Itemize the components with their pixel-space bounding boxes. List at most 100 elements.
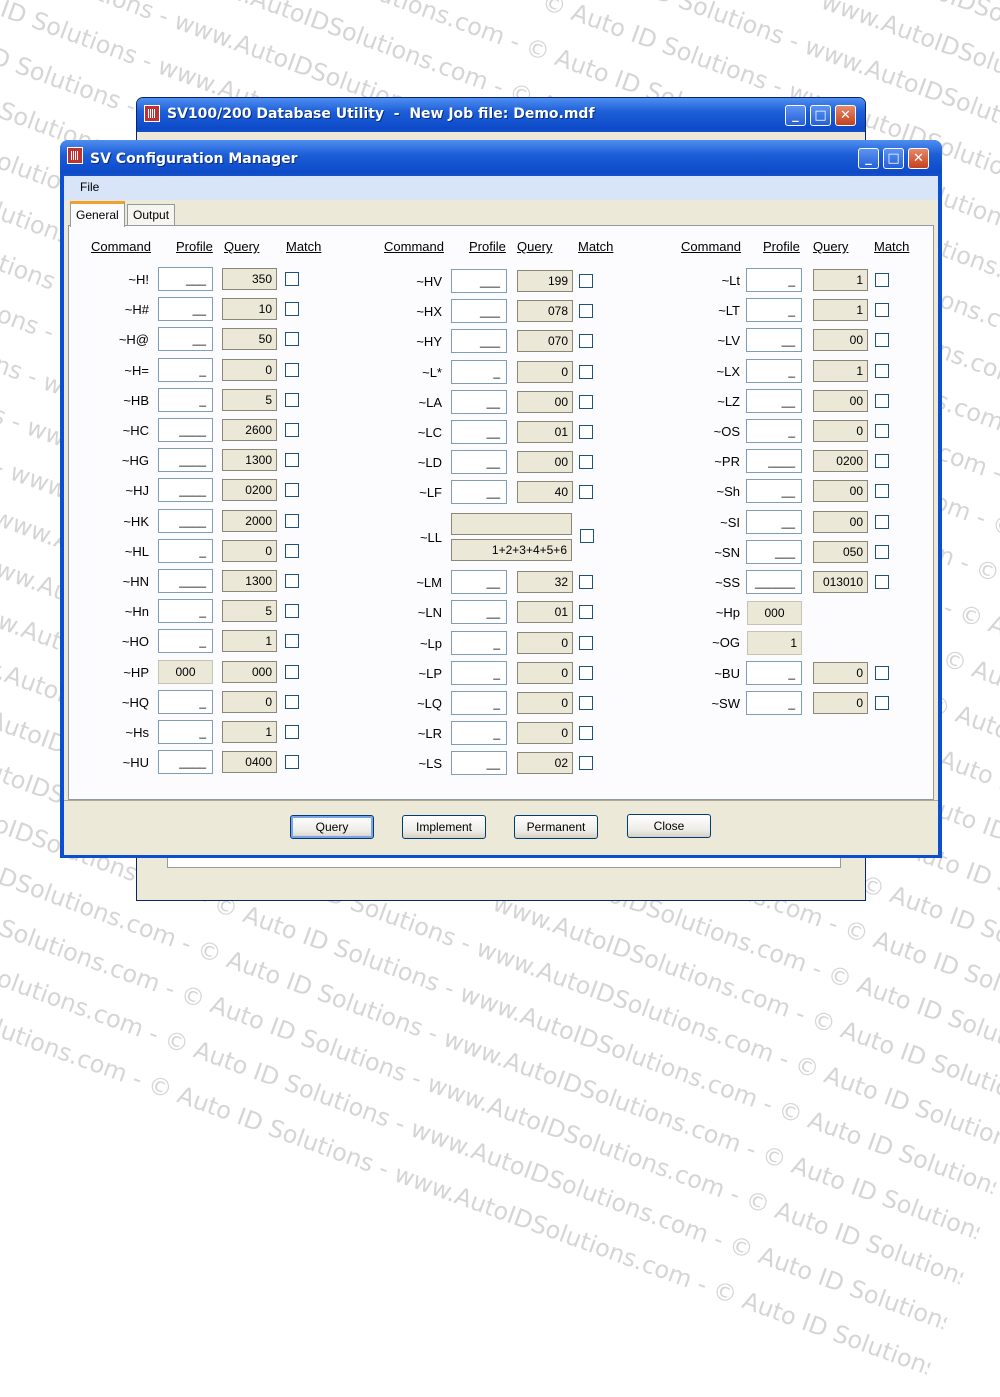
match-checkbox[interactable] [875,575,889,589]
profile-field[interactable]: _ [158,357,213,382]
match-checkbox[interactable] [285,272,299,286]
profile-field[interactable]: _ [746,358,802,383]
match-checkbox[interactable] [875,544,889,559]
match-checkbox[interactable] [579,455,593,470]
match-checkbox[interactable] [579,304,593,319]
match-checkbox[interactable] [285,513,299,528]
profile-field[interactable]: _ [746,660,802,685]
match-checkbox[interactable] [875,665,889,680]
profile-field[interactable]: ______ [746,570,802,594]
match-checkbox[interactable] [285,694,299,709]
profile-field[interactable]: ___ [451,269,507,293]
match-checkbox[interactable] [579,695,593,710]
menu-file[interactable]: File [80,180,99,194]
profile-field[interactable]: _ [451,721,507,746]
profile-field[interactable]: __ [451,570,507,595]
match-checkbox[interactable] [875,393,889,408]
match-checkbox[interactable] [579,334,593,349]
profile-field[interactable]: __ [158,297,213,322]
match-checkbox[interactable] [579,394,593,409]
profile-field[interactable]: __ [451,480,507,505]
match-checkbox[interactable] [285,392,299,407]
match-checkbox[interactable] [875,273,889,287]
match-checkbox[interactable] [875,484,889,499]
profile-field[interactable]: _ [746,298,802,323]
match-checkbox[interactable] [875,454,889,469]
match-checkbox[interactable] [579,485,593,500]
match-checkbox[interactable] [285,574,299,588]
profile-field[interactable]: ____ [158,478,213,503]
profile-field[interactable]: _ [158,538,213,563]
profile-field[interactable]: _ [746,268,802,292]
profile-field[interactable]: _ [158,720,213,744]
minimize-icon[interactable]: _ [858,148,879,169]
maximize-icon[interactable]: □ [883,148,904,169]
profile-field[interactable]: __ [746,328,802,353]
profile-field[interactable]: __ [746,479,802,504]
match-checkbox[interactable] [285,634,299,649]
profile-field[interactable]: ___ [158,267,213,291]
maximize-icon[interactable]: □ [810,105,831,126]
profile-field[interactable]: _ [158,387,213,412]
close-icon[interactable]: ✕ [835,105,856,126]
tab-output[interactable]: Output [127,204,176,226]
match-checkbox[interactable] [285,755,299,770]
profile-field[interactable]: __ [158,327,213,352]
match-checkbox[interactable] [285,543,299,558]
profile-field[interactable]: ____ [158,750,213,775]
profile-field[interactable]: __ [746,388,802,413]
profile-field[interactable]: ____ [158,448,213,473]
permanent-button[interactable]: Permanent [514,815,598,839]
match-checkbox[interactable] [579,364,593,379]
profile-field[interactable]: __ [451,450,507,475]
profile-field[interactable]: _ [158,629,213,654]
profile-field[interactable]: __ [451,751,507,776]
match-checkbox[interactable] [579,425,593,439]
profile-field[interactable]: _ [451,630,507,655]
match-checkbox[interactable] [285,664,299,679]
close-icon[interactable]: ✕ [908,148,929,169]
profile-field[interactable]: __ [451,600,507,625]
profile-field[interactable]: ____ [746,449,802,474]
match-checkbox[interactable] [579,635,593,650]
profile-field[interactable]: ____ [158,508,213,533]
match-checkbox[interactable] [285,362,299,377]
profile-field[interactable]: ____ [158,569,213,593]
back-window-titlebar[interactable]: SV100/200 Database Utility - New Job fil… [137,98,865,132]
match-checkbox[interactable] [579,274,593,288]
match-checkbox[interactable] [875,514,889,529]
profile-field[interactable]: ____ [158,418,213,442]
match-checkbox[interactable] [875,363,889,378]
profile-field[interactable]: _ [451,359,507,384]
match-checkbox[interactable] [285,332,299,347]
match-checkbox[interactable] [579,575,593,590]
match-checkbox[interactable] [285,725,299,739]
profile-field[interactable]: ___ [451,299,507,324]
query-button[interactable]: Query [290,815,374,839]
window-titlebar[interactable]: SV Configuration Manager _ □ ✕ [60,140,942,176]
match-checkbox[interactable] [875,424,889,438]
profile-field[interactable]: __ [451,420,507,444]
implement-button[interactable]: Implement [402,815,486,839]
match-checkbox[interactable] [285,604,299,619]
profile-field[interactable]: _ [451,660,507,685]
match-checkbox[interactable] [285,423,299,437]
profile-field[interactable]: _ [158,599,213,624]
match-checkbox[interactable] [875,333,889,348]
match-checkbox[interactable] [285,302,299,317]
profile-field[interactable]: __ [746,509,802,534]
profile-field[interactable]: _ [746,690,802,715]
match-checkbox[interactable] [285,453,299,468]
profile-field[interactable]: ___ [746,539,802,564]
profile-field[interactable]: _ [451,690,507,715]
match-checkbox[interactable] [875,303,889,318]
match-checkbox[interactable] [579,756,593,771]
match-checkbox[interactable] [579,605,593,620]
profile-field[interactable]: _ [746,419,802,443]
tab-general[interactable]: General [70,201,125,227]
profile-field[interactable]: __ [451,389,507,414]
profile-field[interactable]: ___ [451,329,507,354]
minimize-icon[interactable]: _ [785,105,806,126]
profile-field[interactable]: _ [158,689,213,714]
close-button[interactable]: Close [627,814,711,838]
